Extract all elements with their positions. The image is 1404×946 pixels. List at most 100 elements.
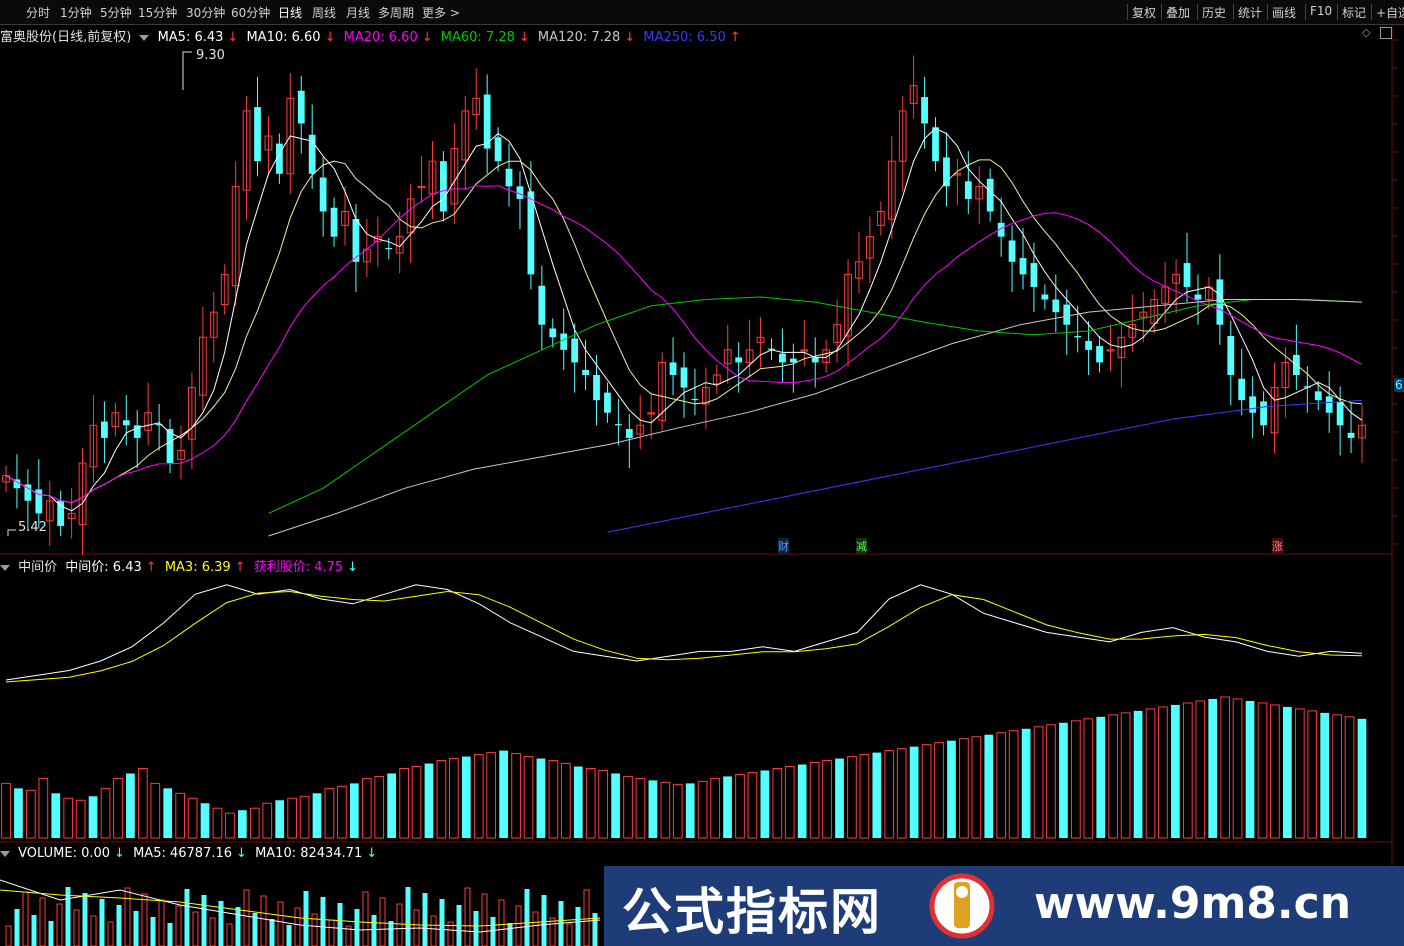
volume-bar	[473, 754, 484, 839]
candle-body	[789, 358, 797, 363]
candle-body	[1063, 304, 1071, 325]
volume-bar	[1145, 708, 1156, 839]
watermark-url-text: www.9m8.cn	[1034, 878, 1352, 929]
volume-bar	[921, 744, 932, 839]
volume-bar	[361, 777, 372, 839]
candle-body	[1096, 346, 1103, 363]
volume-bar	[63, 797, 74, 839]
volume-bar-lower	[566, 923, 573, 946]
volume-bar	[1046, 724, 1056, 839]
volume-bar	[947, 740, 956, 838]
volume-bar	[760, 770, 770, 838]
candle-body	[625, 429, 633, 438]
volume-bar	[436, 760, 447, 839]
down-arrow-icon: ↓	[366, 846, 378, 861]
volume-bar	[212, 807, 223, 839]
volume-bar-lower	[490, 917, 496, 946]
candle-body	[319, 177, 327, 212]
volume-bar-lower	[124, 887, 131, 946]
volume-bar-lower	[260, 895, 267, 946]
volume-bar	[275, 800, 285, 838]
volume-bar	[411, 765, 422, 839]
volume-bar	[51, 793, 61, 838]
dropdown-triangle-icon[interactable]	[0, 564, 10, 571]
chart-title: 富奥股份(日线,前复权)	[0, 30, 132, 45]
marker-finance[interactable]: 财	[778, 538, 789, 554]
diamond-icon[interactable]: ◇	[1362, 26, 1370, 39]
candle-body	[1183, 263, 1191, 287]
candle-body	[1336, 401, 1344, 426]
volume-bar	[1182, 702, 1193, 839]
volume-bar-lower	[90, 915, 97, 946]
volume-bar-lower	[158, 899, 165, 946]
ma250-label: MA250: 6.50	[643, 30, 726, 45]
down-arrow-icon: ↓	[227, 30, 239, 45]
volume-bar	[1283, 706, 1292, 838]
volume-bar	[1320, 712, 1330, 838]
volume-bar-lower	[201, 895, 207, 946]
high-pointer	[182, 51, 192, 90]
candle-body	[964, 181, 972, 199]
volume-bar	[349, 783, 359, 838]
volume-bar	[26, 789, 36, 839]
candle-body	[1227, 336, 1235, 376]
volume-bar	[710, 777, 720, 839]
volume-bar	[225, 812, 235, 839]
candle-body	[571, 338, 579, 363]
volume-bar	[1171, 704, 1180, 838]
marker-reduce[interactable]: 减	[856, 538, 867, 554]
volume-bar	[137, 767, 148, 839]
volume-bar-lower	[473, 911, 479, 946]
ma60-label: MA60: 7.28	[440, 30, 515, 45]
ma10-label: MA10: 6.60	[246, 30, 321, 45]
volume-bar	[1096, 716, 1106, 838]
candle-body	[779, 353, 786, 363]
volume-bar	[387, 773, 397, 838]
volume-bar-lower	[388, 921, 394, 946]
marker-rise[interactable]: 涨	[1272, 538, 1283, 554]
volume-bar	[249, 807, 260, 839]
candle-body	[527, 191, 535, 275]
volume-bar	[635, 777, 646, 839]
volume-bar-lower	[5, 925, 12, 946]
volume-bar-lower	[116, 905, 122, 946]
volume-bar	[1208, 698, 1218, 838]
dropdown-triangle-icon[interactable]	[139, 34, 150, 41]
main-legend: 富奥股份(日线,前复权) MA5: 6.43 ↓ MA10: 6.60 ↓ MA20…	[0, 26, 745, 45]
vol-ma5-label: MA5: 46787.16	[133, 846, 233, 861]
volume-bar	[909, 746, 919, 838]
volume-bar	[399, 767, 409, 839]
volume-label: VOLUME: 0.00	[18, 846, 111, 861]
volume-bar-lower	[524, 889, 530, 946]
volume-bar	[511, 753, 521, 839]
volume-bar	[1021, 728, 1031, 838]
volume-bar	[996, 732, 1007, 839]
midprice-line	[5, 584, 1363, 681]
candle-body	[735, 357, 743, 363]
volume-bar-lower	[481, 893, 488, 946]
settings-icon[interactable]	[1380, 27, 1392, 39]
volume-bar	[536, 758, 546, 838]
volume-bar-lower	[14, 909, 20, 946]
volume-bar	[1071, 720, 1081, 839]
dropdown-triangle-icon[interactable]	[0, 850, 10, 857]
volume-bar-lower	[39, 897, 46, 946]
volume-bar	[1220, 696, 1231, 839]
indicator-name: 中间价	[18, 560, 58, 575]
candle-body	[811, 357, 819, 363]
volume-bar	[1332, 714, 1342, 839]
volume-bar-lower	[575, 907, 581, 946]
ma250-line	[607, 399, 1363, 533]
volume-bar	[1008, 730, 1019, 839]
volume-bar	[324, 787, 335, 839]
low-pointer	[7, 529, 16, 536]
volume-bar-lower	[320, 897, 326, 946]
volume-bar	[735, 773, 745, 839]
volume-bar-lower	[192, 911, 199, 946]
volume-bar-lower	[337, 903, 343, 946]
volume-bar-lower	[515, 905, 522, 946]
volume-bar	[611, 773, 620, 838]
volume-bar	[1033, 726, 1044, 839]
volume-bar	[1195, 700, 1206, 839]
volume-bar	[1294, 708, 1305, 839]
